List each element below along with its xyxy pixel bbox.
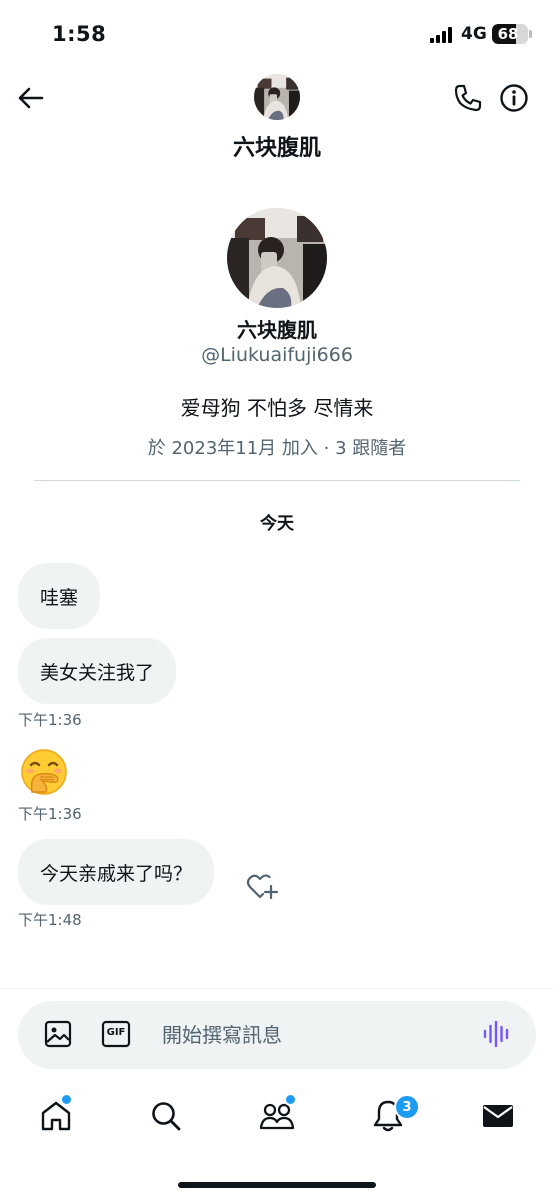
- message-text: 哇塞: [40, 586, 79, 609]
- avatar-photo-icon: [227, 208, 327, 308]
- profile-avatar[interactable]: [227, 208, 327, 308]
- communities-unread-dot: [284, 1093, 297, 1106]
- add-reaction-button[interactable]: [244, 870, 280, 904]
- profile-meta: 於 2023年11月 加入 · 3 跟隨者: [147, 438, 407, 459]
- message-text: 美女关注我了: [40, 661, 155, 684]
- message-bubble[interactable]: 今天亲戚来了吗？: [18, 839, 215, 905]
- profile-handle[interactable]: @Liukuaifuji666: [0, 344, 554, 366]
- status-time: 1:58: [52, 22, 107, 46]
- status-bar: 1:58 4G 68: [0, 0, 554, 60]
- network-type: 4G: [461, 24, 487, 44]
- profile-name: 六块腹肌: [237, 318, 317, 342]
- composer-divider: [0, 988, 554, 989]
- message-text: 今天亲戚来了吗？: [40, 862, 193, 885]
- message-timestamp: 下午1:36: [18, 805, 82, 823]
- avatar-photo-icon: [254, 74, 300, 120]
- call-button[interactable]: [450, 80, 486, 116]
- home-unread-dot: [60, 1093, 73, 1106]
- notifications-count-badge: 3: [394, 1094, 420, 1120]
- battery-tip: [529, 30, 532, 38]
- header-avatar[interactable]: [254, 74, 300, 120]
- back-button[interactable]: [12, 80, 48, 116]
- voice-message-button[interactable]: [480, 1018, 514, 1050]
- message-bubble[interactable]: 美女关注我了: [18, 638, 177, 704]
- message-timestamp: 下午1:36: [18, 711, 82, 729]
- heart-plus-icon: [246, 874, 279, 900]
- add-photo-button[interactable]: [42, 1018, 74, 1050]
- info-icon: [500, 84, 528, 112]
- nav-messages[interactable]: [478, 1096, 518, 1136]
- envelope-icon: [483, 1105, 513, 1127]
- date-separator: 今天: [260, 514, 294, 534]
- voice-waveform-icon: [483, 1020, 509, 1048]
- message-timestamp: 下午1:48: [18, 911, 82, 929]
- add-gif-button[interactable]: GIF: [100, 1018, 132, 1050]
- gif-label: GIF: [106, 1027, 126, 1038]
- phone-icon: [454, 84, 482, 112]
- emoji-graphic: [21, 749, 67, 795]
- conversation-info-button[interactable]: [496, 80, 532, 116]
- profile-bio: 爱母狗 不怕多 尽情来: [180, 396, 374, 420]
- search-icon: [152, 1102, 181, 1131]
- battery-icon: 68: [492, 24, 528, 44]
- conversation-title: 六块腹肌: [232, 136, 321, 161]
- hand-over-mouth-emoji-icon[interactable]: [20, 748, 68, 796]
- image-icon: [44, 1020, 72, 1048]
- home-indicator: [178, 1182, 376, 1188]
- divider: [34, 480, 520, 481]
- arrow-left-icon: [18, 87, 44, 109]
- cellular-signal-icon: [430, 27, 454, 43]
- nav-search[interactable]: [146, 1096, 186, 1136]
- battery-percent: 68: [497, 25, 519, 43]
- message-bubble[interactable]: 哇塞: [18, 563, 101, 629]
- message-input[interactable]: [162, 1018, 452, 1052]
